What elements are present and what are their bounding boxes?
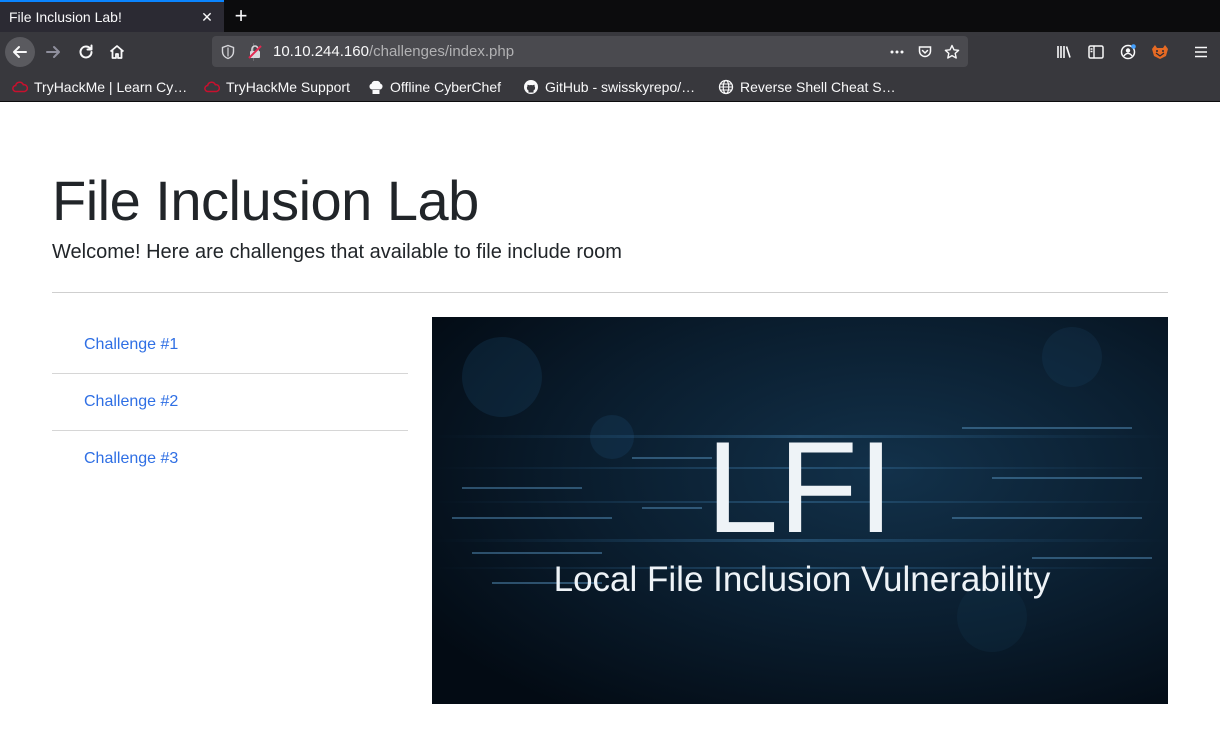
bookmark-item[interactable]: GitHub - swisskyrepo/… — [523, 78, 695, 96]
shield-icon[interactable] — [219, 43, 237, 61]
globe-icon — [718, 79, 734, 95]
bookmark-item[interactable]: TryHackMe Support — [204, 78, 350, 96]
challenge-1-link[interactable]: Challenge #1 — [84, 336, 178, 354]
url-path: /challenges/index.php — [368, 43, 515, 60]
lfi-banner-image: LFI Local File Inclusion Vulnerability — [432, 317, 1168, 704]
url-text[interactable]: 10.10.244.160/challenges/index.php — [273, 43, 514, 60]
list-item: Challenge #2 — [52, 374, 408, 431]
bookmark-item[interactable]: Reverse Shell Cheat S… — [718, 78, 896, 96]
bookmark-label: TryHackMe Support — [226, 79, 350, 95]
bookmark-star-icon[interactable] — [943, 43, 961, 61]
back-icon[interactable] — [5, 37, 35, 67]
bookmark-item[interactable]: Offline CyberChef — [368, 78, 501, 96]
page-title: File Inclusion Lab — [52, 169, 479, 232]
challenge-3-link[interactable]: Challenge #3 — [84, 450, 178, 468]
page-lead: Welcome! Here are challenges that availa… — [52, 241, 622, 263]
github-icon — [523, 79, 539, 95]
library-icon[interactable] — [1049, 37, 1079, 67]
list-item: Challenge #1 — [52, 317, 408, 374]
account-icon[interactable] — [1113, 37, 1143, 67]
new-tab-icon[interactable]: + — [228, 2, 254, 30]
tryhackme-cloud-icon — [12, 79, 28, 95]
tryhackme-cloud-icon — [204, 79, 220, 95]
bookmark-label: Reverse Shell Cheat S… — [740, 79, 896, 95]
list-item: Challenge #3 — [52, 431, 408, 488]
url-host: 10.10.244.160 — [273, 43, 369, 60]
page-content: File Inclusion Lab Welcome! Here are cha… — [0, 102, 1220, 736]
tab-bar: File Inclusion Lab! ✕ + — [0, 0, 1220, 32]
challenge-2-link[interactable]: Challenge #2 — [84, 393, 178, 411]
tab-active[interactable]: File Inclusion Lab! ✕ — [0, 0, 224, 32]
bookmark-label: GitHub - swisskyrepo/… — [545, 79, 696, 95]
hero-subtitle: Local File Inclusion Vulnerability — [554, 560, 1051, 599]
challenge-list: Challenge #1 Challenge #2 Challenge #3 — [52, 317, 408, 488]
bookmark-label: Offline CyberChef — [390, 79, 502, 95]
close-tab-icon[interactable]: ✕ — [198, 8, 216, 26]
foxyproxy-extension-icon[interactable] — [1145, 37, 1175, 67]
more-actions-icon[interactable] — [888, 43, 906, 61]
navigation-toolbar: 10.10.244.160/challenges/index.php — [0, 32, 1220, 72]
divider — [52, 292, 1168, 293]
tab-title: File Inclusion Lab! — [9, 9, 122, 25]
bookmark-label: TryHackMe | Learn Cy… — [34, 79, 188, 95]
home-icon[interactable] — [102, 37, 132, 67]
chef-hat-icon — [368, 79, 384, 95]
pocket-icon[interactable] — [916, 43, 934, 61]
reload-icon[interactable] — [71, 37, 101, 67]
sidebar-icon[interactable] — [1081, 37, 1111, 67]
forward-icon[interactable] — [38, 37, 68, 67]
bookmarks-toolbar: TryHackMe | Learn Cy… TryHackMe Support … — [0, 72, 1220, 102]
url-bar[interactable]: 10.10.244.160/challenges/index.php — [212, 36, 968, 67]
insecure-lock-icon[interactable] — [246, 43, 264, 61]
hero-headline: LFI — [706, 414, 894, 560]
bookmark-item[interactable]: TryHackMe | Learn Cy… — [12, 78, 187, 96]
menu-icon[interactable] — [1186, 37, 1216, 67]
